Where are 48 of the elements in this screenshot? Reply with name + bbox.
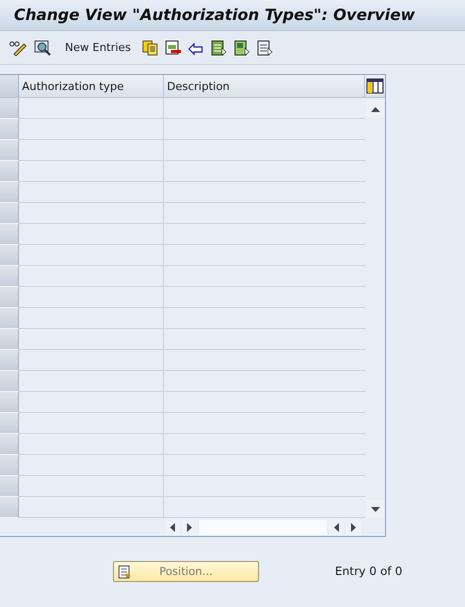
left-arrow-icon xyxy=(334,522,339,532)
select-block-icon[interactable] xyxy=(234,40,250,56)
row-selector[interactable] xyxy=(0,98,19,119)
down-arrow-icon xyxy=(370,506,380,512)
magnifier-icon[interactable] xyxy=(34,40,52,56)
row-selector[interactable] xyxy=(0,455,19,476)
row-selector[interactable] xyxy=(0,224,19,245)
row-selector[interactable] xyxy=(0,476,19,497)
delete-row-icon[interactable] xyxy=(164,40,181,56)
scroll-left-button[interactable] xyxy=(329,520,344,534)
row-selector[interactable] xyxy=(0,329,19,350)
row-selector[interactable] xyxy=(0,182,19,203)
scroll-up-button[interactable] xyxy=(366,100,384,118)
row-selector[interactable] xyxy=(0,161,19,182)
row-selector[interactable] xyxy=(0,434,19,455)
deselect-all-icon[interactable] xyxy=(256,40,273,56)
select-all-button[interactable] xyxy=(0,75,19,97)
column-header[interactable]: Authorization type xyxy=(19,75,164,97)
entry-count: Entry 0 of 0 xyxy=(335,564,402,578)
column-settings-icon[interactable] xyxy=(366,78,384,94)
up-arrow-icon xyxy=(370,106,380,112)
scroll-right-button[interactable] xyxy=(182,520,197,534)
row-selector[interactable] xyxy=(0,392,19,413)
scroll-track[interactable] xyxy=(199,520,327,534)
row-selector[interactable] xyxy=(0,371,19,392)
row-selector[interactable] xyxy=(0,287,19,308)
row-selector[interactable] xyxy=(0,497,19,518)
scroll-down-button[interactable] xyxy=(366,500,384,518)
left-arrow-icon xyxy=(170,522,175,532)
right-arrow-icon xyxy=(351,522,356,532)
window-title: Change View "Authorization Types": Overview xyxy=(14,6,415,24)
row-selector[interactable] xyxy=(0,266,19,287)
scroll-right-button[interactable] xyxy=(346,520,361,534)
row-selector[interactable] xyxy=(0,350,19,371)
row-selector[interactable] xyxy=(0,119,19,140)
copy-icon[interactable] xyxy=(142,40,158,56)
row-selector[interactable] xyxy=(0,308,19,329)
row-selector[interactable] xyxy=(0,203,19,224)
new-entries-button[interactable]: New Entries xyxy=(59,41,135,54)
list-icon xyxy=(118,564,132,578)
select-all-icon[interactable] xyxy=(210,40,227,56)
pencil-glasses-icon[interactable] xyxy=(9,40,27,56)
row-selector[interactable] xyxy=(0,413,19,434)
right-arrow-icon xyxy=(187,522,192,532)
scroll-left-button[interactable] xyxy=(165,520,180,534)
row-selector[interactable] xyxy=(0,140,19,161)
column-header[interactable]: Description xyxy=(164,75,365,97)
row-selector[interactable] xyxy=(0,245,19,266)
